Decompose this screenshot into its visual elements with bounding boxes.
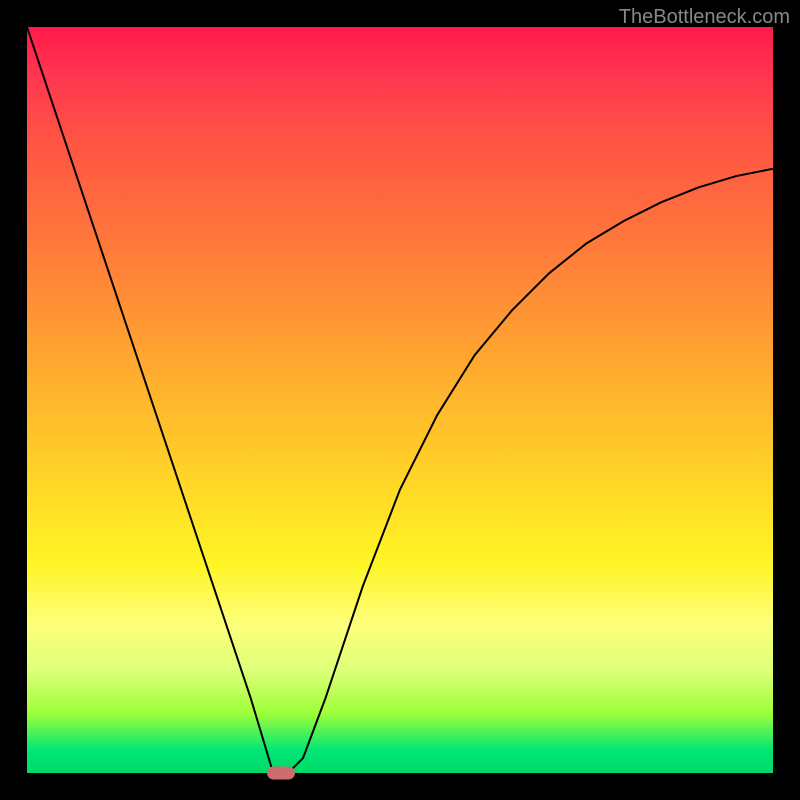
plot-area [27,27,773,773]
bottleneck-curve [27,27,773,773]
minimum-marker [267,767,295,780]
watermark-text: TheBottleneck.com [619,6,790,29]
chart-container: TheBottleneck.com [0,0,800,800]
